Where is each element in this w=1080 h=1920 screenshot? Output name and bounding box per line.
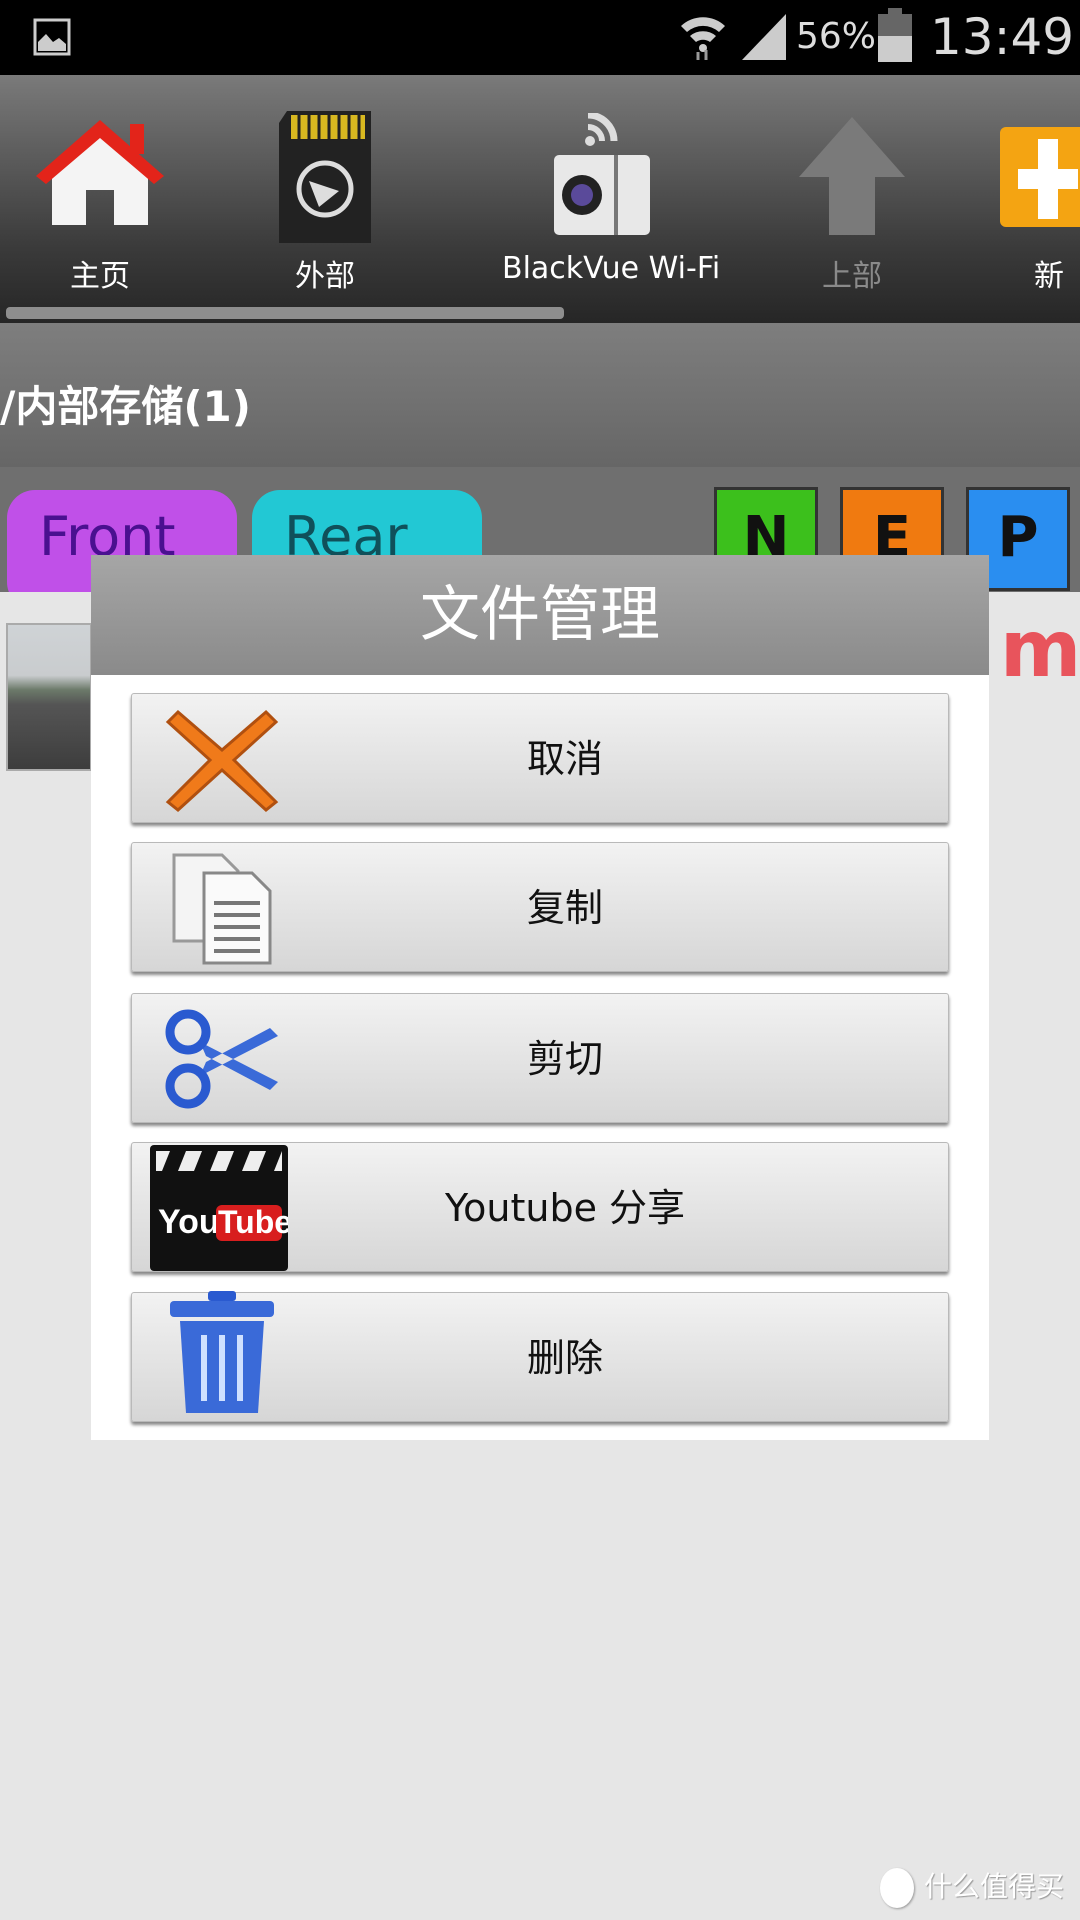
toolbar-label: 外部 <box>295 259 355 294</box>
toolbar-label: 上部 <box>822 259 882 294</box>
watermark-logo-icon <box>879 1868 914 1908</box>
home-icon <box>36 120 164 225</box>
toolbar: 主页 外部 BlackVue Wi-Fi 上部 新 <box>0 75 1080 323</box>
current-path: /内部存储(1) <box>0 382 251 431</box>
toolbar-blackvue-wifi-button[interactable]: BlackVue Wi-Fi <box>502 75 721 305</box>
toolbar-label: BlackVue Wi-Fi <box>502 251 721 286</box>
watermark-text: 什么值得买 <box>923 1870 1064 1903</box>
delete-button[interactable]: 删除 <box>131 1291 949 1422</box>
file-management-dialog: 文件管理 取消 复制 剪切 You Tube Youtube 分享 删除 <box>91 555 989 1440</box>
toolbar-up-button[interactable]: 上部 <box>752 75 952 305</box>
button-label: 复制 <box>526 886 603 930</box>
copy-button[interactable]: 复制 <box>131 842 949 972</box>
toolbar-scrollbar[interactable] <box>6 307 564 319</box>
status-bar: 56% 13:49 <box>0 0 1080 75</box>
cut-button[interactable]: 剪切 <box>131 993 949 1123</box>
button-label: 剪切 <box>526 1037 603 1081</box>
toolbar-external-button[interactable]: 外部 <box>225 75 425 305</box>
file-name-partial: m <box>1000 605 1080 695</box>
signal-icon <box>742 14 786 60</box>
dialog-title: 文件管理 <box>91 555 989 675</box>
wifi-icon <box>681 17 725 60</box>
toolbar-home-button[interactable]: 主页 <box>0 75 200 305</box>
battery-icon <box>878 8 912 62</box>
sd-card-icon <box>279 111 371 243</box>
button-label: 删除 <box>526 1336 603 1380</box>
button-label: 取消 <box>526 737 603 781</box>
video-thumbnail[interactable] <box>6 623 92 771</box>
watermark: 什么值得买 <box>879 1865 1064 1908</box>
up-arrow-icon <box>799 117 905 235</box>
clock: 13:49 <box>930 8 1075 66</box>
toolbar-label: 主页 <box>70 259 130 294</box>
toolbar-new-button[interactable]: 新 <box>980 75 1080 305</box>
cancel-button[interactable]: 取消 <box>131 693 949 823</box>
youtube-share-button[interactable]: You Tube Youtube 分享 <box>131 1142 949 1272</box>
button-label: Youtube 分享 <box>444 1186 686 1230</box>
battery-percent: 56% <box>796 16 877 57</box>
image-notification-icon <box>33 18 71 56</box>
toolbar-label: 新 <box>1034 259 1064 294</box>
wifi-camera-icon <box>554 113 650 235</box>
path-bar: /内部存储(1) <box>0 323 1080 467</box>
new-folder-icon <box>1000 127 1080 227</box>
